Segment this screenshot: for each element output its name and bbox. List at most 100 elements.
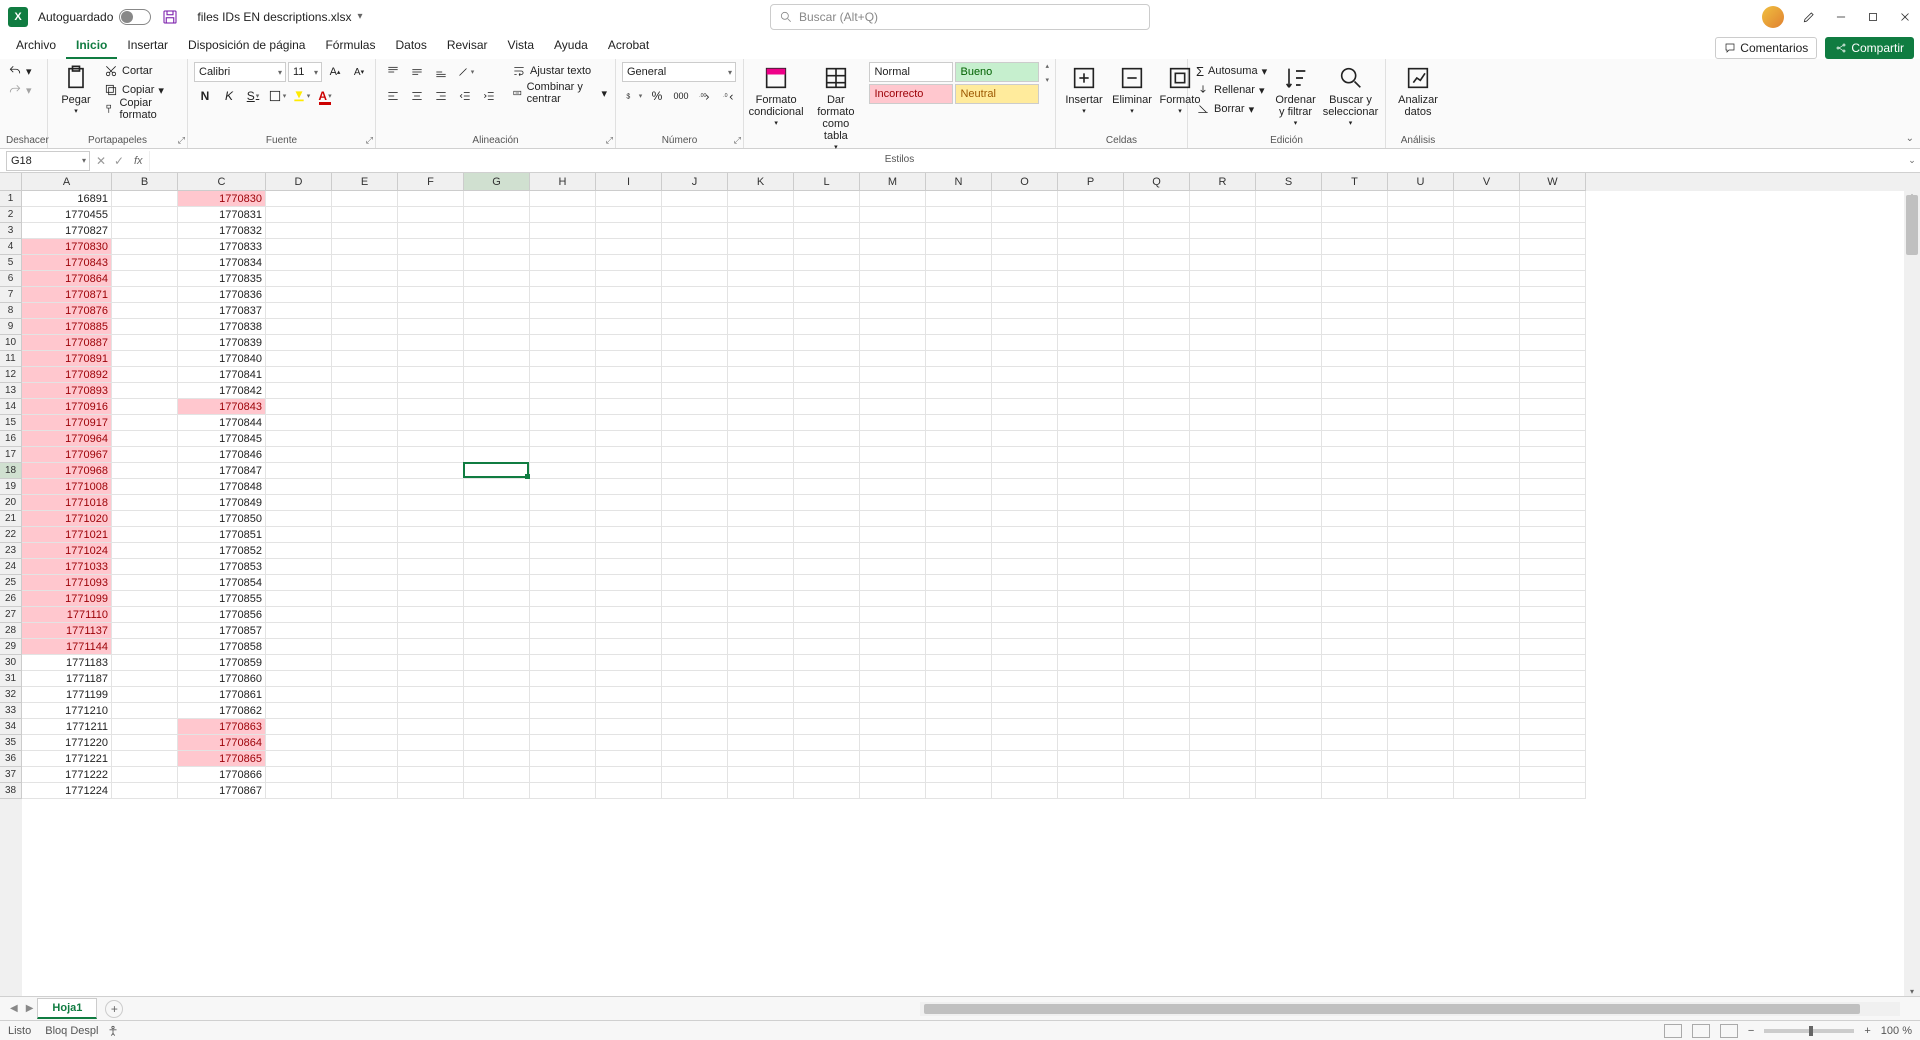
cell[interactable] [530, 639, 596, 655]
cell[interactable] [332, 559, 398, 575]
cell[interactable] [992, 719, 1058, 735]
cell[interactable]: 1771099 [22, 591, 112, 607]
alignment-launcher-icon[interactable]: ⤢ [606, 135, 613, 146]
cell[interactable] [1520, 383, 1586, 399]
cell[interactable] [1454, 591, 1520, 607]
cell[interactable] [1058, 735, 1124, 751]
cell[interactable] [332, 463, 398, 479]
cell[interactable] [1520, 415, 1586, 431]
cell[interactable] [860, 191, 926, 207]
cell[interactable] [398, 335, 464, 351]
row-header[interactable]: 10 [0, 335, 22, 351]
cell[interactable] [1322, 607, 1388, 623]
cell[interactable] [728, 431, 794, 447]
cell[interactable] [1058, 623, 1124, 639]
share-button[interactable]: Compartir [1825, 37, 1914, 59]
cell[interactable] [860, 639, 926, 655]
cell[interactable]: 1770885 [22, 319, 112, 335]
cell[interactable] [1388, 655, 1454, 671]
cell[interactable] [1256, 191, 1322, 207]
cell[interactable] [1256, 447, 1322, 463]
cell[interactable] [1388, 287, 1454, 303]
cell[interactable] [1322, 719, 1388, 735]
cell[interactable] [530, 735, 596, 751]
font-launcher-icon[interactable]: ⤢ [366, 135, 373, 146]
cell[interactable] [794, 543, 860, 559]
cell[interactable] [926, 671, 992, 687]
cell[interactable] [1256, 687, 1322, 703]
cell[interactable] [530, 447, 596, 463]
col-header[interactable]: V [1454, 173, 1520, 191]
cell[interactable] [266, 239, 332, 255]
cell[interactable] [662, 543, 728, 559]
cell[interactable] [1520, 463, 1586, 479]
cell[interactable] [1454, 527, 1520, 543]
cell[interactable] [112, 735, 178, 751]
align-left-button[interactable] [382, 86, 404, 106]
cell[interactable] [1190, 687, 1256, 703]
cell[interactable] [112, 287, 178, 303]
cell[interactable] [1124, 623, 1190, 639]
cell[interactable] [1058, 399, 1124, 415]
cell[interactable] [860, 431, 926, 447]
cell[interactable] [1190, 431, 1256, 447]
cell[interactable] [1520, 271, 1586, 287]
cell[interactable] [794, 687, 860, 703]
cell[interactable] [1520, 655, 1586, 671]
merge-center-button[interactable]: Combinar y centrar▾ [510, 84, 609, 102]
cell[interactable]: 1770891 [22, 351, 112, 367]
cell[interactable] [1388, 383, 1454, 399]
row-header[interactable]: 23 [0, 543, 22, 559]
cell[interactable] [860, 495, 926, 511]
cell[interactable] [530, 591, 596, 607]
cell[interactable] [926, 239, 992, 255]
font-color-button[interactable]: A▾ [314, 86, 336, 106]
cell[interactable] [794, 639, 860, 655]
cell[interactable] [1454, 767, 1520, 783]
cell[interactable] [530, 399, 596, 415]
cell[interactable] [794, 303, 860, 319]
cell[interactable] [1454, 479, 1520, 495]
cell[interactable] [596, 495, 662, 511]
cell[interactable]: 1770892 [22, 367, 112, 383]
cell[interactable]: 1771021 [22, 527, 112, 543]
col-header[interactable]: I [596, 173, 662, 191]
cell[interactable]: 1770853 [178, 559, 266, 575]
cell[interactable] [1256, 255, 1322, 271]
cell[interactable] [266, 543, 332, 559]
row-header[interactable]: 8 [0, 303, 22, 319]
cell[interactable] [398, 687, 464, 703]
cell[interactable] [992, 463, 1058, 479]
cell[interactable] [464, 783, 530, 799]
cell[interactable] [1124, 415, 1190, 431]
file-name[interactable]: files IDs EN descriptions.xlsx [197, 10, 351, 24]
cell[interactable] [728, 543, 794, 559]
cell[interactable] [1388, 399, 1454, 415]
cell[interactable] [662, 351, 728, 367]
col-header[interactable]: J [662, 173, 728, 191]
cell[interactable] [1388, 719, 1454, 735]
cell[interactable] [728, 751, 794, 767]
cell[interactable] [728, 191, 794, 207]
cell[interactable] [1388, 783, 1454, 799]
cell[interactable] [662, 303, 728, 319]
cell[interactable] [398, 511, 464, 527]
cell[interactable]: 1770916 [22, 399, 112, 415]
cell[interactable] [1124, 639, 1190, 655]
cell[interactable] [860, 783, 926, 799]
user-avatar[interactable] [1762, 6, 1784, 28]
cell[interactable] [398, 463, 464, 479]
cell[interactable] [926, 207, 992, 223]
cell[interactable]: 1770866 [178, 767, 266, 783]
decrease-font-button[interactable]: A▾ [348, 62, 370, 82]
cell[interactable] [1520, 687, 1586, 703]
cell[interactable] [1124, 239, 1190, 255]
row-header[interactable]: 9 [0, 319, 22, 335]
cell[interactable] [1454, 463, 1520, 479]
cell[interactable] [992, 335, 1058, 351]
cell[interactable] [112, 495, 178, 511]
cell[interactable] [1520, 767, 1586, 783]
cell[interactable] [596, 447, 662, 463]
collapse-ribbon-icon[interactable]: ⌄ [1906, 133, 1914, 144]
cell[interactable] [1124, 751, 1190, 767]
